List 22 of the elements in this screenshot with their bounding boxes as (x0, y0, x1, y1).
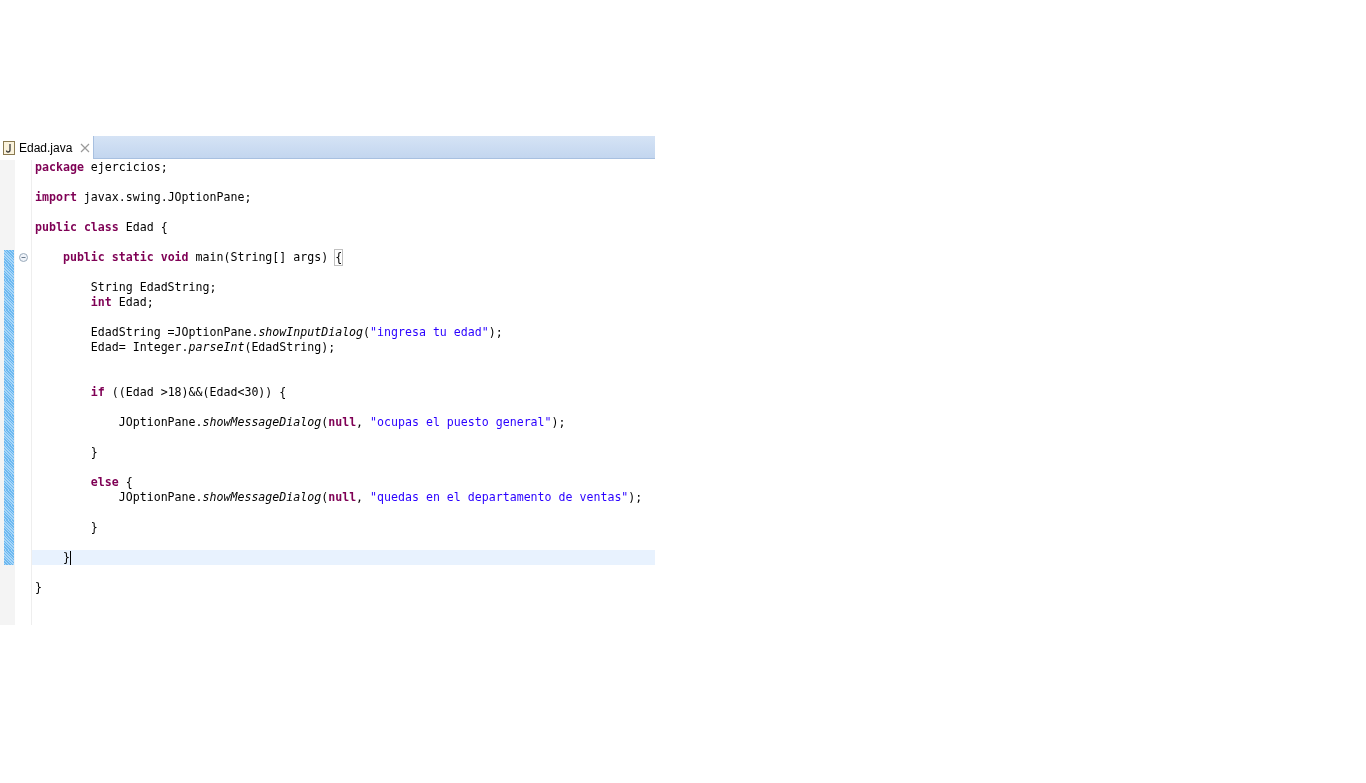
code-line: else { (89, 475, 133, 490)
code-line: } (89, 445, 98, 460)
code-line: } (89, 520, 98, 535)
collapse-icon[interactable] (18, 253, 28, 262)
code-line: JOptionPane.showMessageDialog(null, "quedas en el departamento de ventas"); (117, 490, 643, 505)
code-line: if ((Edad >18)&&(Edad<30)) { (89, 385, 287, 400)
code-line: JOptionPane.showMessageDialog(null, "ocupas el puesto general"); (117, 415, 566, 430)
code-line: package ejercicios; (35, 160, 168, 175)
close-icon[interactable] (80, 142, 91, 153)
code-line: String EdadString; (89, 280, 217, 295)
code-line: } (61, 550, 72, 565)
editor-tab[interactable]: Edad.java (0, 136, 95, 159)
code-line: } (35, 580, 42, 595)
java-file-icon (3, 140, 15, 155)
code-line: Edad= Integer.parseInt(EdadString); (89, 340, 336, 355)
code-line: public static void main(String[] args) { (61, 250, 343, 265)
code-line: import javax.swing.JOptionPane; (35, 190, 252, 205)
code-line: public class Edad { (35, 220, 168, 235)
code-line: int Edad; (89, 295, 154, 310)
tab-title: Edad.java (19, 139, 73, 157)
text-cursor (69, 550, 72, 565)
code-line: EdadString =JOptionPane.showInputDialog("ingresa tu edad"); (89, 325, 503, 340)
